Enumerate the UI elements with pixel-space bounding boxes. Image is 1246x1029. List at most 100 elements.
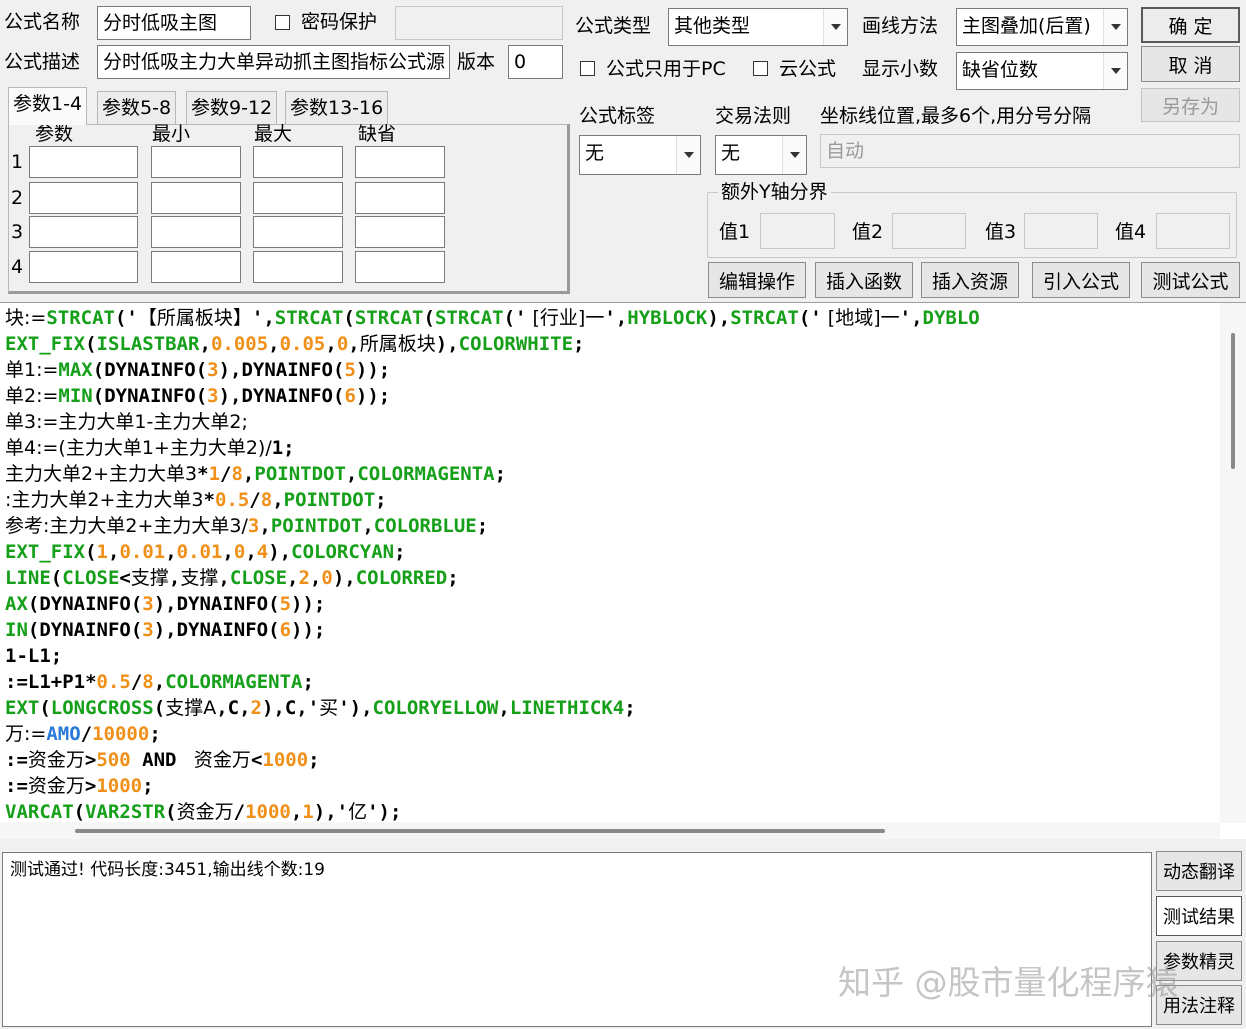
draw-method-value: 主图叠加(后置) [962, 15, 1091, 37]
param-2-default-input[interactable] [355, 182, 445, 214]
formula-tag-value: 无 [585, 142, 605, 164]
axis-position-input[interactable]: 自动 [820, 134, 1240, 168]
code-line: 1-L1; [5, 645, 63, 667]
y-bound-3-label: 值3 [985, 221, 1017, 243]
trade-rule-value: 无 [721, 142, 741, 164]
param-3-name-input[interactable] [29, 216, 138, 248]
chevron-down-icon [1103, 53, 1127, 89]
param-1-min-input[interactable] [151, 146, 241, 178]
cancel-button[interactable]: 取 消 [1141, 46, 1240, 82]
formula-type-label: 公式类型 [575, 15, 652, 37]
password-input[interactable] [395, 6, 563, 40]
save-as-button[interactable]: 另存为 [1141, 88, 1240, 122]
code-line: :=资金万>500 AND 资金万<1000; [5, 749, 320, 771]
cloud-label: 云公式 [779, 58, 837, 80]
scrollbar-thumb[interactable] [75, 829, 885, 833]
version-label: 版本 [457, 51, 496, 73]
param-3-max-input[interactable] [253, 216, 343, 248]
param-3-min-input[interactable] [151, 216, 241, 248]
y-bound-4-input[interactable] [1156, 213, 1230, 249]
code-line: 参考:主力大单2+主力大单3/3,POINTDOT,COLORBLUE; [5, 515, 489, 537]
test-output-panel[interactable]: 测试通过! 代码长度:3451,输出线个数:19 [2, 852, 1152, 1027]
formula-name-input[interactable]: 分时低吸主图 [97, 6, 251, 40]
y-bound-1-label: 值1 [719, 221, 751, 243]
test-formula-button[interactable]: 测试公式 [1141, 262, 1240, 298]
code-line: 单4:=(主力大单1+主力大单2)/1; [5, 437, 295, 459]
y-bound-1-input[interactable] [760, 213, 835, 249]
code-line: LINE(CLOSE<支撑,支撑,CLOSE,2,0),COLORRED; [5, 567, 459, 589]
test-output-text: 测试通过! 代码长度:3451,输出线个数:19 [10, 860, 325, 880]
param-row-number: 4 [11, 256, 24, 278]
decimals-label: 显示小数 [862, 58, 939, 80]
param-row-number: 3 [11, 221, 24, 243]
code-line: 块:=STRCAT('【所属板块】',STRCAT(STRCAT(STRCAT(… [5, 307, 980, 329]
insert-function-button[interactable]: 插入函数 [815, 262, 913, 298]
param-1-max-input[interactable] [253, 146, 343, 178]
usage-notes-button[interactable]: 用法注释 [1156, 985, 1242, 1025]
password-checkbox[interactable] [275, 15, 290, 30]
vertical-scrollbar[interactable] [1220, 303, 1246, 823]
param-4-min-input[interactable] [151, 251, 241, 283]
code-line: 主力大单2+主力大单3*1/8,POINTDOT,COLORMAGENTA; [5, 463, 507, 485]
insert-resource-button[interactable]: 插入资源 [921, 262, 1019, 298]
ok-button[interactable]: 确 定 [1141, 7, 1240, 43]
dynamic-translate-button[interactable]: 动态翻译 [1156, 851, 1242, 891]
pc-only-label: 公式只用于PC [606, 58, 726, 80]
formula-type-select[interactable]: 其他类型 [668, 8, 848, 46]
y-bound-2-input[interactable] [892, 213, 966, 249]
param-2-max-input[interactable] [253, 182, 343, 214]
param-4-max-input[interactable] [253, 251, 343, 283]
param-header-max: 最大 [254, 123, 293, 145]
y-bound-2-label: 值2 [852, 221, 884, 243]
test-result-button[interactable]: 测试结果 [1156, 896, 1242, 936]
y-bound-3-input[interactable] [1024, 213, 1098, 249]
code-line: :主力大单2+主力大单3*0.5/8,POINTDOT; [5, 489, 387, 511]
scrollbar-thumb[interactable] [1231, 333, 1235, 469]
code-line: 单2:=MIN(DYNAINFO(3),DYNAINFO(6)); [5, 385, 391, 407]
param-wizard-button[interactable]: 参数精灵 [1156, 941, 1242, 981]
edit-ops-button[interactable]: 编辑操作 [708, 262, 806, 298]
code-line: EXT_FIX(ISLASTBAR,0.005,0.05,0,所属板块),COL… [5, 333, 585, 355]
code-line: IN(DYNAINFO(3),DYNAINFO(6)); [5, 619, 326, 641]
code-line: 万:=AMO/10000; [5, 723, 161, 745]
code-line: AX(DYNAINFO(3),DYNAINFO(5)); [5, 593, 326, 615]
code-line: 单1:=MAX(DYNAINFO(3),DYNAINFO(5)); [5, 359, 391, 381]
param-1-default-input[interactable] [355, 146, 445, 178]
code-text: 块:=STRCAT('【所属板块】',STRCAT(STRCAT(STRCAT(… [5, 305, 980, 825]
cloud-checkbox[interactable] [753, 61, 768, 76]
pc-only-checkbox[interactable] [580, 61, 595, 76]
code-line: 单3:=主力大单1-主力大单2; [5, 411, 248, 433]
version-input[interactable]: 0 [508, 45, 563, 79]
horizontal-scrollbar[interactable] [0, 822, 1220, 839]
formula-desc-input[interactable]: 分时低吸主力大单异动抓主图指标公式源 [97, 45, 450, 79]
param-header-default: 缺省 [358, 123, 397, 145]
decimals-select[interactable]: 缺省位数 [956, 52, 1128, 90]
draw-method-select[interactable]: 主图叠加(后置) [956, 8, 1128, 46]
decimals-value: 缺省位数 [962, 59, 1039, 81]
chevron-down-icon [676, 136, 700, 174]
param-4-name-input[interactable] [29, 251, 138, 283]
import-formula-button[interactable]: 引入公式 [1032, 262, 1130, 298]
formula-tag-select[interactable]: 无 [579, 135, 701, 175]
chevron-down-icon [1103, 9, 1127, 45]
chevron-down-icon [823, 9, 847, 45]
code-editor[interactable]: 块:=STRCAT('【所属板块】',STRCAT(STRCAT(STRCAT(… [0, 302, 1246, 839]
y-bound-4-label: 值4 [1115, 221, 1147, 243]
param-4-default-input[interactable] [355, 251, 445, 283]
param-row-number: 2 [11, 187, 24, 209]
axis-position-label: 坐标线位置,最多6个,用分号分隔 [820, 105, 1092, 127]
param-2-min-input[interactable] [151, 182, 241, 214]
param-1-name-input[interactable] [29, 146, 138, 178]
y-bounds-title: 额外Y轴分界 [718, 178, 831, 206]
formula-name-label: 公式名称 [4, 11, 81, 33]
param-3-default-input[interactable] [355, 216, 445, 248]
formula-desc-label: 公式描述 [4, 51, 81, 73]
formula-type-value: 其他类型 [674, 15, 751, 37]
code-line: :=资金万>1000; [5, 775, 154, 797]
param-row-number: 1 [11, 151, 24, 173]
param-header-min: 最小 [152, 123, 191, 145]
param-2-name-input[interactable] [29, 182, 138, 214]
tab-params-1-4[interactable]: 参数1-4 [8, 87, 88, 125]
trade-rule-select[interactable]: 无 [715, 135, 807, 175]
code-line: :=L1+P1*0.5/8,COLORMAGENTA; [5, 671, 314, 693]
